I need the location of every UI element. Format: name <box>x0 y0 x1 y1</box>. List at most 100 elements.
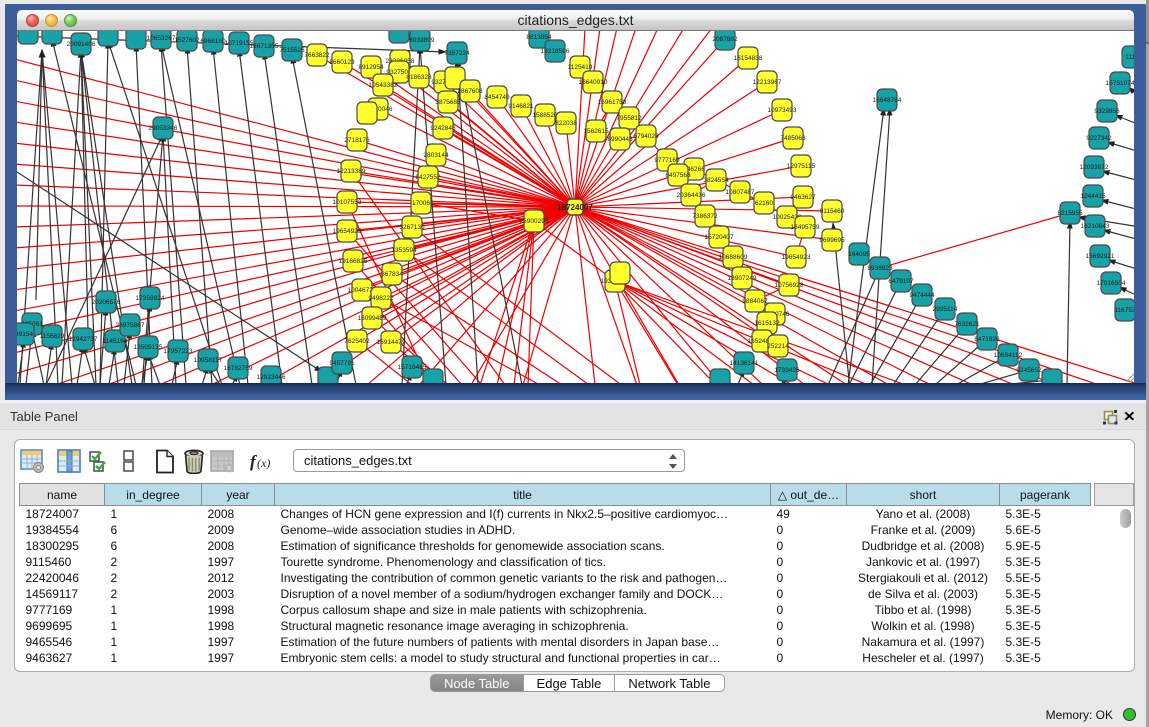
svg-text:7955812: 7955812 <box>616 115 642 122</box>
svg-text:10107553: 10107553 <box>333 199 362 206</box>
svg-text:10688609: 10688609 <box>719 254 748 261</box>
svg-text:6497568: 6497568 <box>665 172 691 179</box>
svg-text:16640910: 16640910 <box>579 79 608 86</box>
svg-text:12093872: 12093872 <box>1080 164 1109 171</box>
svg-text:10973493: 10973493 <box>768 107 797 114</box>
svg-text:16154838: 16154838 <box>734 55 763 62</box>
svg-text:19218506: 19218506 <box>541 48 570 55</box>
svg-text:8454749: 8454749 <box>484 94 510 101</box>
svg-text:1125419: 1125419 <box>568 64 593 71</box>
svg-text:2803144: 2803144 <box>423 152 449 159</box>
svg-text:2867608: 2867608 <box>457 88 483 95</box>
svg-text:10543382: 10543382 <box>369 82 398 89</box>
svg-text:16648784: 16648784 <box>873 97 902 104</box>
svg-text:8912954: 8912954 <box>358 64 384 71</box>
svg-text:17359924: 17359924 <box>136 295 165 302</box>
svg-text:17957223: 17957223 <box>164 348 193 355</box>
svg-text:164095: 164095 <box>848 251 870 258</box>
svg-text:7625402: 7625402 <box>344 338 370 345</box>
svg-text:7632621: 7632621 <box>954 321 980 328</box>
svg-text:39154: 39154 <box>17 331 33 338</box>
svg-text:1145194: 1145194 <box>103 338 128 345</box>
svg-text:9146821: 9146821 <box>508 103 534 110</box>
svg-text:16914479: 16914479 <box>377 339 406 346</box>
svg-text:8990443: 8990443 <box>607 136 633 143</box>
svg-text:2718176: 2718176 <box>344 137 370 144</box>
svg-text:17016504: 17016504 <box>1097 280 1126 287</box>
svg-text:20206576: 20206576 <box>92 299 121 306</box>
svg-text:12213967: 12213967 <box>753 79 782 86</box>
svg-text:16033809: 16033809 <box>406 37 435 44</box>
svg-text:9474444: 9474444 <box>909 292 935 299</box>
svg-text:19654923: 19654923 <box>782 254 811 261</box>
svg-text:10653267: 10653267 <box>147 35 176 42</box>
svg-text:8660123: 8660123 <box>329 59 355 66</box>
svg-text:1733426: 1733426 <box>774 367 800 374</box>
svg-text:15692921: 15692921 <box>1086 253 1115 260</box>
svg-text:1244415: 1244415 <box>1080 193 1106 200</box>
svg-text:23975867: 23975867 <box>116 322 145 329</box>
svg-text:16099489: 16099489 <box>358 315 387 322</box>
svg-text:12975115: 12975115 <box>787 163 816 170</box>
svg-text:9242848: 9242848 <box>430 125 456 132</box>
svg-text:12213389: 12213389 <box>337 168 366 175</box>
svg-text:62160: 62160 <box>755 200 773 207</box>
svg-text:15716485: 15716485 <box>398 364 427 371</box>
svg-text:8427552: 8427552 <box>415 174 441 181</box>
svg-text:822038: 822038 <box>555 120 577 127</box>
svg-text:9884067: 9884067 <box>742 298 768 305</box>
svg-text:3875685: 3875685 <box>435 99 461 106</box>
svg-text:8186328: 8186328 <box>406 74 432 81</box>
svg-text:10958117: 10958117 <box>194 357 223 364</box>
svg-text:1615132: 1615132 <box>754 320 780 327</box>
svg-text:3824554: 3824554 <box>703 177 729 184</box>
svg-text:9227342: 9227342 <box>1086 135 1112 142</box>
svg-text:18907249: 18907249 <box>728 275 757 282</box>
svg-text:9329966: 9329966 <box>1094 108 1120 115</box>
svg-text:19654925: 19654925 <box>333 228 362 235</box>
svg-text:(x): (x) <box>257 456 270 470</box>
svg-text:16782759: 16782759 <box>224 365 253 372</box>
svg-text:20091406: 20091406 <box>67 41 96 48</box>
svg-text:12923446: 12923446 <box>257 374 286 381</box>
svg-text:16961758: 16961758 <box>598 99 627 106</box>
svg-text:2087682: 2087682 <box>712 36 738 43</box>
svg-text:8215955: 8215955 <box>1057 210 1083 217</box>
svg-text:7663822: 7663822 <box>304 52 330 59</box>
svg-text:15751074: 15751074 <box>1106 80 1134 87</box>
svg-text:9699695: 9699695 <box>819 237 845 244</box>
svg-text:18724007: 18724007 <box>557 203 593 212</box>
svg-text:25900293: 25900293 <box>520 218 549 225</box>
svg-text:9457791: 9457791 <box>329 360 355 367</box>
svg-text:19166825: 19166825 <box>339 258 368 265</box>
svg-text:8938923: 8938923 <box>867 265 893 272</box>
svg-text:12505135: 12505135 <box>134 344 163 351</box>
svg-text:10807487: 10807487 <box>726 189 755 196</box>
svg-text:116753: 116753 <box>1114 307 1134 314</box>
svg-text:1112: 1112 <box>1125 54 1134 61</box>
svg-text:16210643: 16210643 <box>1081 223 1110 230</box>
svg-text:7386372: 7386372 <box>692 213 718 220</box>
svg-text:1156829: 1156829 <box>40 333 65 340</box>
svg-text:9115460: 9115460 <box>820 208 845 215</box>
svg-text:10756928: 10756928 <box>775 282 804 289</box>
svg-text:17006: 17006 <box>412 200 430 207</box>
svg-text:7485063: 7485063 <box>780 135 806 142</box>
svg-text:867834: 867834 <box>381 271 403 278</box>
svg-text:16495759: 16495759 <box>791 224 820 231</box>
svg-text:9463627: 9463627 <box>790 194 816 201</box>
svg-text:2935114: 2935114 <box>933 306 958 313</box>
svg-text:12942737: 12942737 <box>69 336 98 343</box>
svg-text:1353594: 1353594 <box>391 247 417 254</box>
svg-text:1588520: 1588520 <box>532 112 558 119</box>
svg-text:1562615: 1562615 <box>583 128 609 135</box>
svg-text:9245652: 9245652 <box>1016 367 1042 374</box>
svg-text:16671355: 16671355 <box>250 43 279 50</box>
svg-text:1527602: 1527602 <box>174 37 200 44</box>
svg-text:29053346: 29053346 <box>149 125 178 132</box>
svg-text:10654112: 10654112 <box>994 352 1023 359</box>
svg-text:15720407: 15720407 <box>705 234 734 241</box>
svg-text:6479197: 6479197 <box>888 278 914 285</box>
svg-text:14136141: 14136141 <box>730 360 759 367</box>
svg-text:6966160: 6966160 <box>200 38 226 45</box>
